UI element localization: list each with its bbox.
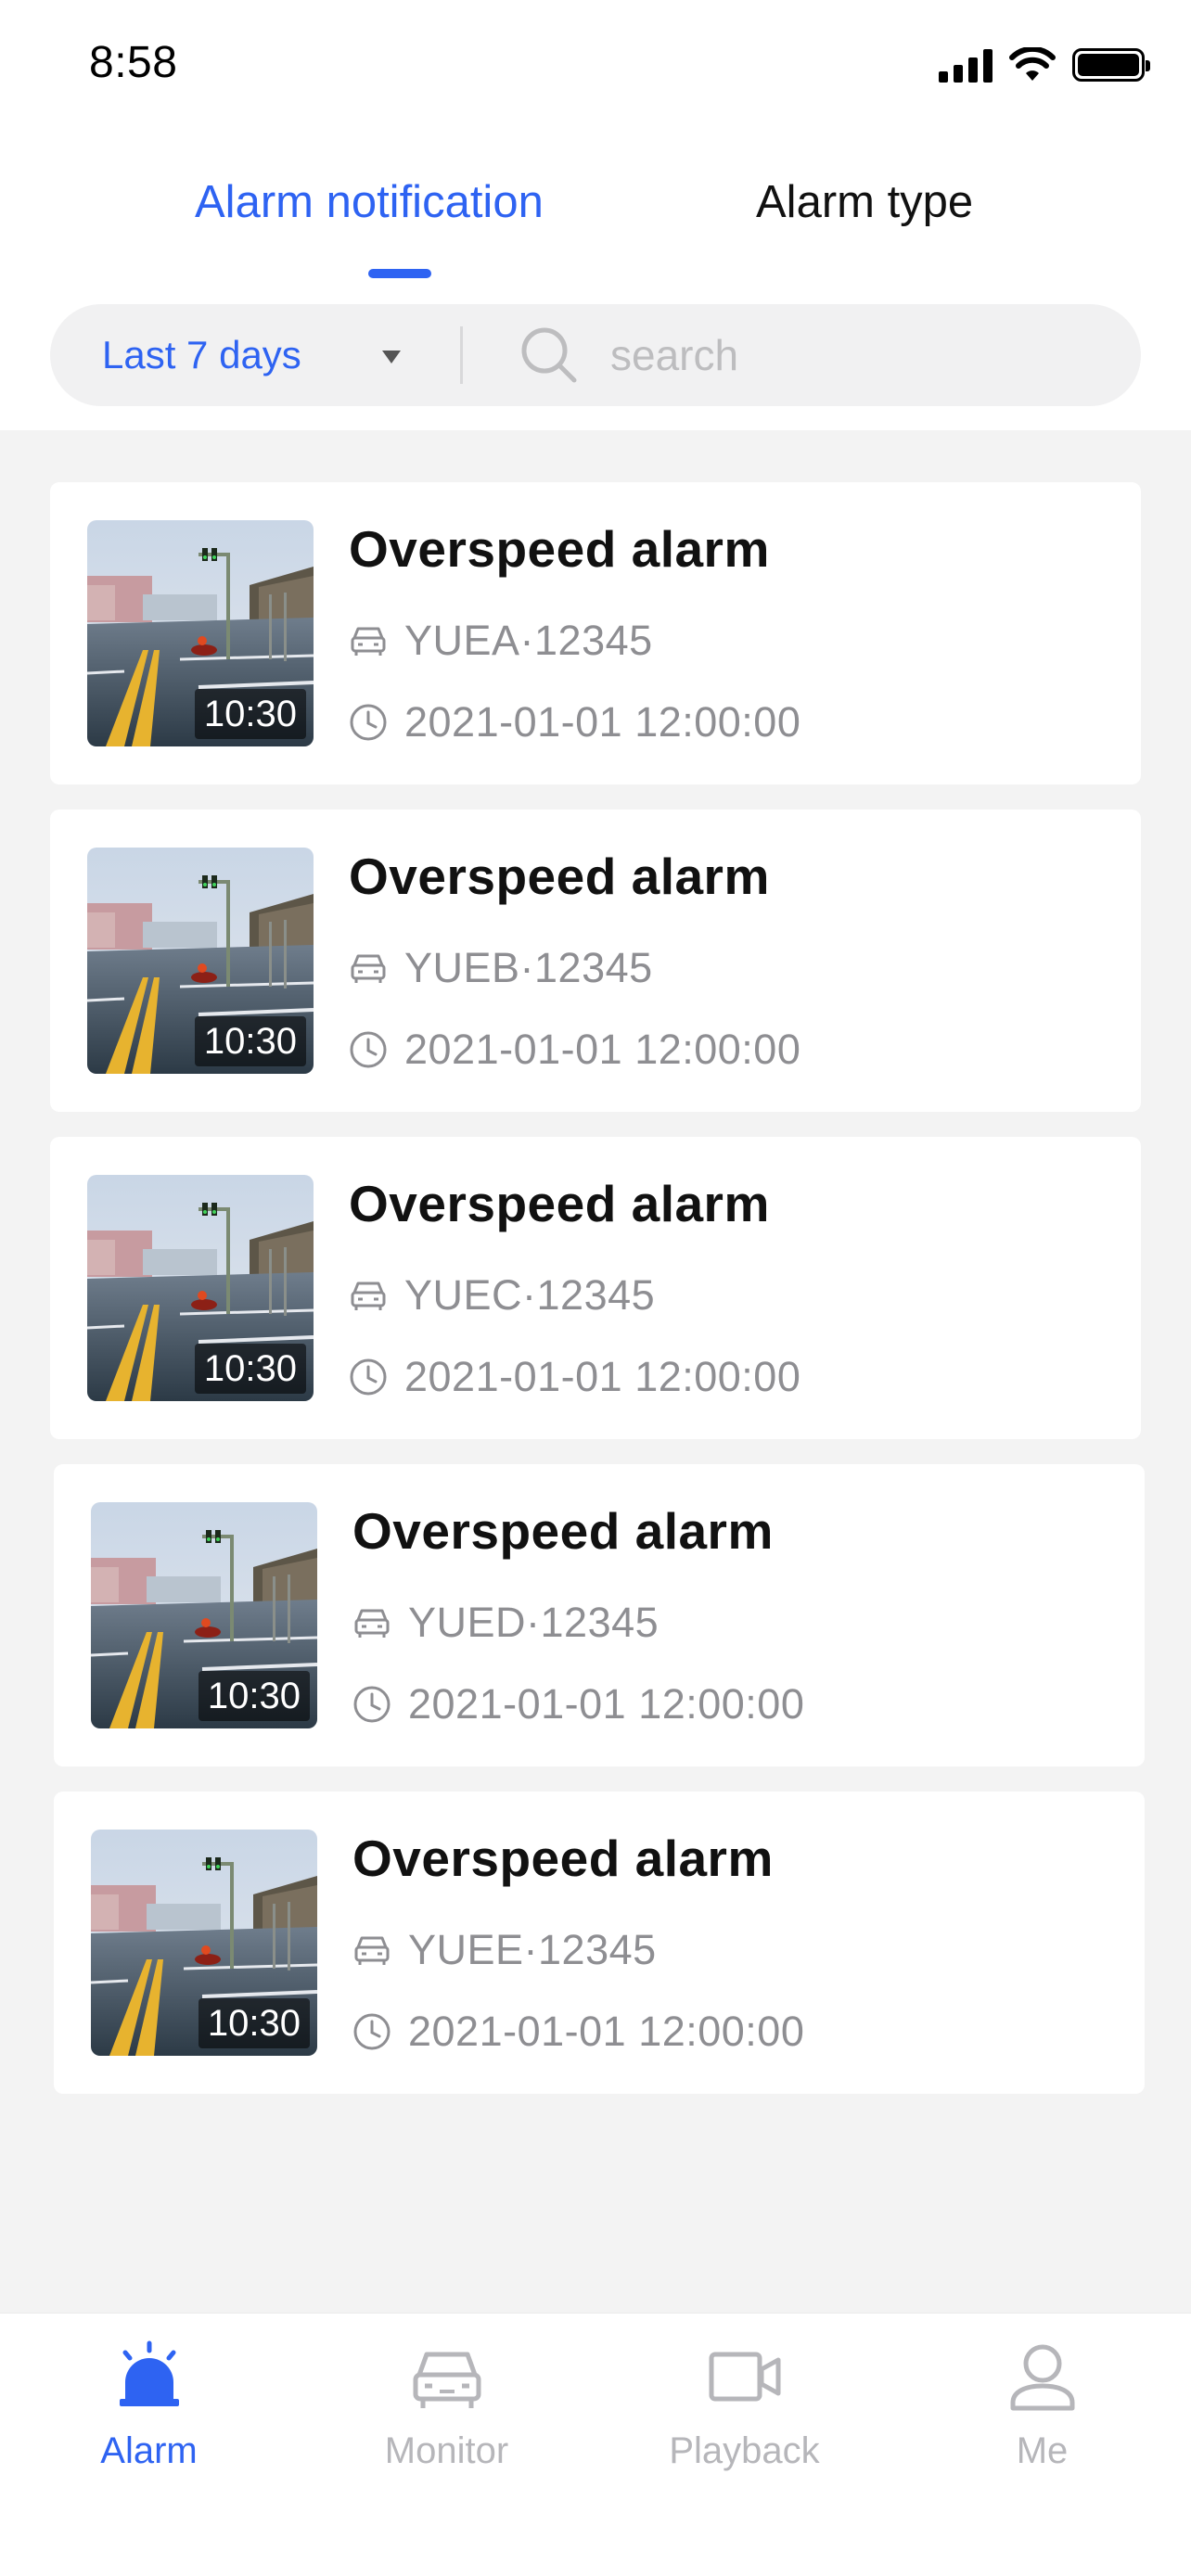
video-duration: 10:30 [194,689,306,739]
alarm-thumbnail[interactable]: 10:30 [87,1175,314,1401]
alarm-title: Overspeed alarm [352,1502,774,1560]
date-range-dropdown[interactable]: Last 7 days [50,304,458,406]
alarm-datetime: 2021-01-01 12:00:00 [404,1026,801,1073]
plate-row: YUEB·12345 [349,944,653,992]
clock-icon [353,1686,391,1723]
vehicle-plate: YUEA·12345 [404,617,653,664]
alarm-title: Overspeed alarm [349,520,770,578]
alarm-datetime: 2021-01-01 12:00:00 [404,1353,801,1400]
cellular-signal-icon [939,47,992,83]
active-tab-indicator [368,269,431,278]
alarm-title: Overspeed alarm [349,848,770,905]
plate-row: YUEE·12345 [352,1926,657,1974]
alarm-siren-icon [119,2340,179,2406]
nav-item-me[interactable]: Me [893,2314,1191,2499]
status-bar: 8:58 [0,0,1191,130]
video-duration: 10:30 [198,1998,310,2048]
vehicle-plate: YUEE·12345 [408,1926,657,1973]
nav-item-playback[interactable]: Playback [596,2314,893,2499]
time-row: 2021-01-01 12:00:00 [352,1680,804,1728]
nav-label-alarm: Alarm [100,2430,198,2471]
alarm-card-2[interactable]: 10:30 Overspeed alarm YUEB·12345 2021-01… [50,810,1141,1112]
alarm-datetime: 2021-01-01 12:00:00 [404,698,801,746]
caret-down-icon [382,351,401,363]
alarm-datetime: 2021-01-01 12:00:00 [408,2008,805,2055]
time-row: 2021-01-01 12:00:00 [352,2008,804,2056]
user-icon [1010,2344,1074,2411]
battery-icon [1072,48,1150,82]
search-input[interactable] [610,318,1093,392]
vehicle-plate: YUEC·12345 [404,1271,656,1319]
tab-bar: Alarm notification Alarm type [0,162,1191,283]
vehicle-plate: YUED·12345 [408,1599,660,1646]
alarm-title: Overspeed alarm [349,1175,770,1232]
time-row: 2021-01-01 12:00:00 [349,698,800,746]
clock-icon [353,2013,391,2050]
car-icon [413,2352,480,2408]
clock-icon [350,1358,387,1396]
car-icon [351,1282,386,1310]
filter-divider [460,326,463,384]
nav-item-monitor[interactable]: Monitor [298,2314,596,2499]
header-area: 8:58 Alarm notification Alarm type Last … [0,0,1191,430]
alarm-thumbnail[interactable]: 10:30 [91,1502,317,1728]
time-row: 2021-01-01 12:00:00 [349,1353,800,1401]
nav-label-monitor: Monitor [384,2430,509,2471]
car-icon [351,954,386,983]
alarm-datetime: 2021-01-01 12:00:00 [408,1680,805,1728]
plate-row: YUEC·12345 [349,1271,655,1320]
plate-row: YUEA·12345 [349,617,653,665]
alarm-card-5[interactable]: 10:30 Overspeed alarm YUEE·12345 2021-01… [54,1792,1145,2094]
alarm-thumbnail[interactable]: 10:30 [87,848,314,1074]
video-duration: 10:30 [194,1344,306,1394]
alarm-title: Overspeed alarm [352,1830,774,1887]
tab-alarm-type[interactable]: Alarm type [756,176,973,228]
plate-row: YUED·12345 [352,1599,659,1647]
filter-bar: Last 7 days [50,304,1141,406]
car-icon [351,627,386,656]
status-time: 8:58 [89,38,178,87]
bottom-navigation: Alarm Monitor Playback Me [0,2313,1191,2576]
search-icon [521,327,577,383]
alarm-card-3[interactable]: 10:30 Overspeed alarm YUEC·12345 2021-01… [50,1137,1141,1439]
car-icon [354,1936,390,1965]
status-icons [939,46,1150,83]
video-camera-icon [709,2352,780,2402]
clock-icon [350,704,387,741]
vehicle-plate: YUEB·12345 [404,944,653,991]
video-duration: 10:30 [198,1671,310,1721]
alarm-card-4[interactable]: 10:30 Overspeed alarm YUED·12345 2021-01… [54,1464,1145,1766]
tab-alarm-notification[interactable]: Alarm notification [195,176,544,228]
video-duration: 10:30 [194,1016,306,1066]
date-range-label: Last 7 days [102,333,301,376]
nav-label-me: Me [1016,2430,1069,2471]
alarm-thumbnail[interactable]: 10:30 [87,520,314,746]
nav-label-playback: Playback [669,2430,820,2471]
wifi-icon [1009,47,1056,81]
nav-item-alarm[interactable]: Alarm [0,2314,298,2499]
clock-icon [350,1031,387,1068]
alarm-thumbnail[interactable]: 10:30 [91,1830,317,2056]
alarm-card-1[interactable]: 10:30 Overspeed alarm YUEA·12345 2021-01… [50,482,1141,784]
car-icon [354,1609,390,1638]
time-row: 2021-01-01 12:00:00 [349,1026,800,1074]
